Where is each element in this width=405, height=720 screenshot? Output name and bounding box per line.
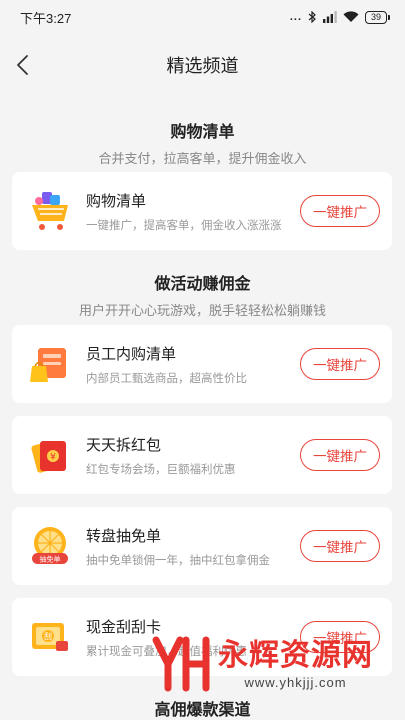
section-shopping-list: 购物清单 合并支付，拉高客单，提升佣金收入 — [0, 118, 405, 167]
shopping-bag-icon — [30, 348, 66, 382]
card-title: 员工内购清单 — [86, 345, 177, 363]
wifi-icon — [343, 11, 359, 22]
more-dots: ... — [289, 11, 302, 23]
red-envelope-icon: ¥ — [31, 441, 66, 473]
promote-button[interactable]: 一键推广 — [300, 530, 380, 562]
card-description: 红包专场会场，巨额福利优惠 — [86, 463, 236, 476]
card-description: 内部员工甄选商品，超高性价比 — [86, 372, 247, 385]
watermark-url: www.yhkjjj.com — [244, 674, 347, 690]
section-title: 做活动赚佣金 — [154, 276, 251, 293]
promote-button[interactable]: 一键推广 — [300, 195, 380, 227]
battery-indicator: 39 — [365, 10, 390, 24]
status-bar: 下午3:27 ... 39 — [0, 0, 405, 34]
svg-text:¥: ¥ — [50, 453, 56, 463]
section-activity-commission: 做活动赚佣金 用户开开心心玩游戏，脱手轻轻松松躺赚钱 — [0, 270, 405, 319]
watermark-name: 永辉资源网 — [218, 638, 373, 672]
shopping-cart-icon — [32, 192, 68, 230]
channel-card-employee-list[interactable]: 员工内购清单 内部员工甄选商品，超高性价比 一键推广 — [12, 325, 392, 403]
watermark-logo-icon — [152, 636, 210, 692]
channel-card-lucky-wheel[interactable]: 抽免单 转盘抽免单 抽中免单锁佣一年，抽中红包拿佣金 一键推广 — [12, 507, 392, 585]
promote-button[interactable]: 一键推广 — [300, 439, 380, 471]
card-title: 转盘抽免单 — [86, 527, 162, 545]
lucky-wheel-icon: 抽免单 — [32, 527, 68, 564]
card-title: 天天拆红包 — [86, 436, 162, 454]
channel-list: 购物清单 合并支付，拉高客单，提升佣金收入 购物清单 一键推广，提高客单，佣金收… — [0, 96, 405, 720]
status-time: 下午3:27 — [20, 10, 72, 26]
back-arrow-icon[interactable] — [12, 53, 36, 77]
section-subtitle: 合并支付，拉高客单，提升佣金收入 — [98, 151, 307, 166]
wheel-badge-text: 抽免单 — [40, 555, 61, 564]
nav-bar: 精选频道 — [0, 34, 405, 96]
card-description: 抽中免单锁佣一年，抽中红包拿佣金 — [86, 554, 270, 567]
status-icons: ... 39 — [289, 10, 390, 24]
channel-card-shopping-list[interactable]: 购物清单 一键推广，提高客单，佣金收入涨涨涨 一键推广 — [12, 172, 392, 250]
card-title: 购物清单 — [86, 192, 147, 210]
section-subtitle: 用户开开心心玩游戏，脱手轻轻松松躺赚钱 — [78, 303, 326, 318]
scratch-card-icon: 刮 — [32, 623, 68, 651]
section-title: 购物清单 — [170, 124, 235, 141]
scratch-badge-text: 刮 — [44, 631, 52, 641]
watermark: 永辉资源网 www.yhkjjj.com — [150, 634, 373, 694]
signal-icon — [323, 11, 337, 23]
card-description: 一键推广，提高客单，佣金收入涨涨涨 — [86, 219, 282, 232]
promote-button[interactable]: 一键推广 — [300, 348, 380, 380]
section-title-hot-channels: 高佣爆款渠道 — [154, 702, 251, 719]
page-title: 精选频道 — [166, 56, 239, 76]
bluetooth-icon — [308, 11, 316, 23]
channel-card-red-envelope[interactable]: ¥ 天天拆红包 红包专场会场，巨额福利优惠 一键推广 — [12, 416, 392, 494]
